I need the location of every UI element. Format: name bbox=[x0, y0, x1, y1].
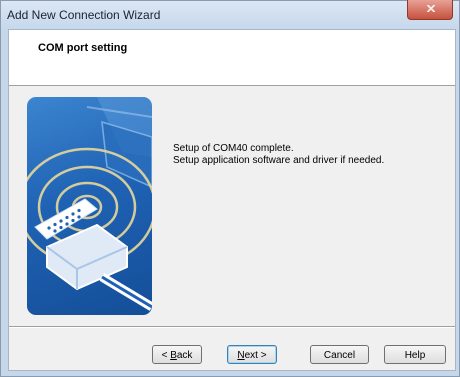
serial-cable-image bbox=[27, 97, 152, 311]
help-button-label: Help bbox=[404, 350, 426, 361]
message-line-2: Setup application software and driver if… bbox=[173, 155, 385, 166]
back-button-label: ack bbox=[176, 350, 193, 361]
message-line-1: Setup of COM40 complete. bbox=[173, 143, 294, 154]
serial-cable-illustration bbox=[27, 97, 152, 315]
next-button[interactable]: Next > bbox=[227, 345, 277, 364]
back-button[interactable]: < Back bbox=[152, 345, 202, 364]
title-bar[interactable]: Add New Connection Wizard bbox=[1, 0, 459, 29]
help-button[interactable]: Help bbox=[384, 345, 446, 364]
window-title: Add New Connection Wizard bbox=[7, 8, 161, 22]
wizard-header: COM port setting bbox=[9, 30, 455, 86]
wizard-window: Add New Connection Wizard COM port setti… bbox=[0, 0, 460, 377]
wizard-client-area: COM port setting Setup of COM40 complete… bbox=[8, 29, 456, 371]
cancel-button[interactable]: Cancel bbox=[310, 345, 369, 364]
back-button-arrow: < bbox=[161, 350, 171, 361]
next-button-mnemonic: N bbox=[237, 350, 245, 361]
cancel-button-label: Cancel bbox=[323, 350, 356, 361]
status-message: Setup of COM40 complete. Setup applicati… bbox=[173, 143, 384, 167]
page-title: COM port setting bbox=[38, 42, 128, 54]
next-button-label: ext > bbox=[244, 350, 267, 361]
footer-divider bbox=[9, 326, 455, 328]
back-button-mnemonic: B bbox=[170, 350, 177, 361]
close-icon[interactable] bbox=[407, 0, 453, 20]
